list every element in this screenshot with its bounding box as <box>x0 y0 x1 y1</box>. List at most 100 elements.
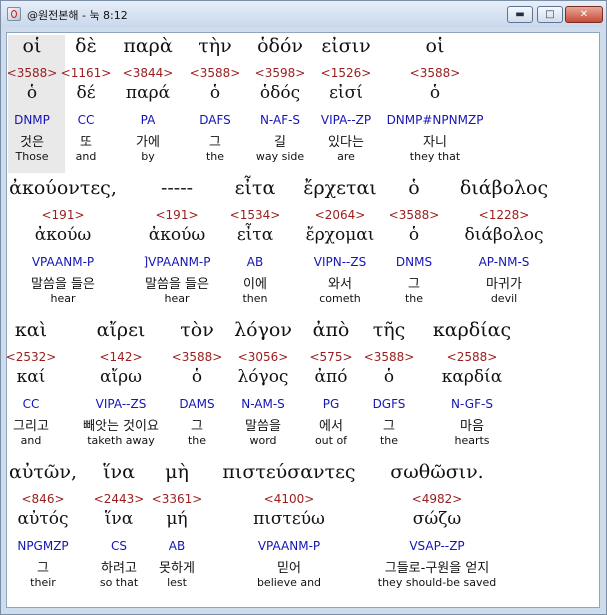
lemma: διάβολος <box>464 225 544 245</box>
greek-word[interactable]: οἱ <box>426 35 445 57</box>
korean-gloss: 와서 <box>328 277 352 292</box>
parsing-code: DNMP#NPNMZP <box>386 113 484 127</box>
strong-number[interactable]: <3598> <box>255 66 306 80</box>
english-gloss: their <box>30 576 56 589</box>
korean-gloss: 그리고 <box>13 419 49 434</box>
strong-number[interactable]: <1526> <box>321 66 372 80</box>
strong-number[interactable]: <3588> <box>410 66 461 80</box>
parsing-code: VIPA--ZP <box>320 113 372 127</box>
greek-word[interactable]: τὸν <box>180 319 214 341</box>
korean-gloss: 자니 <box>423 135 447 150</box>
strong-number[interactable]: <4100> <box>264 492 315 506</box>
strong-number[interactable]: <3361> <box>152 492 203 506</box>
greek-word[interactable]: εἶτα <box>235 177 276 199</box>
title-bar[interactable]: @원전본해 - 눅 8:12 ▬ □ ✕ <box>1 1 606 27</box>
english-gloss: hearts <box>454 434 490 447</box>
english-gloss: way side <box>255 150 305 163</box>
strong-number[interactable]: <3588> <box>364 350 415 364</box>
greek-word[interactable]: ὁδόν <box>257 35 303 57</box>
korean-gloss: 믿어 <box>277 561 301 576</box>
strong-number[interactable]: <191> <box>41 208 84 222</box>
greek-word[interactable]: μὴ <box>165 461 189 483</box>
greek-word[interactable]: ----- <box>161 177 193 199</box>
strong-number[interactable]: <846> <box>21 492 64 506</box>
english-gloss: lest <box>167 576 187 589</box>
greek-word[interactable]: λόγον <box>234 319 292 341</box>
greek-word[interactable]: τὴν <box>198 35 231 57</box>
english-gloss: devil <box>490 292 518 305</box>
lemma: εἶτα <box>236 225 274 245</box>
greek-word[interactable]: οἱ <box>23 35 42 57</box>
strong-number[interactable]: <4982> <box>412 492 463 506</box>
lemma: ἵνα <box>104 509 134 529</box>
strong-number[interactable]: <2443> <box>94 492 145 506</box>
greek-word[interactable]: ἵνα <box>103 461 135 483</box>
parsing-code: CC <box>77 113 95 127</box>
greek-word[interactable]: ἀκούοντες, <box>9 177 117 199</box>
korean-gloss: 말씀을 <box>245 419 281 434</box>
greek-word[interactable]: παρὰ <box>123 35 172 57</box>
strong-number[interactable]: <3056> <box>238 350 289 364</box>
greek-word[interactable]: διάβολος <box>460 177 548 199</box>
greek-word[interactable]: δὲ <box>75 35 97 57</box>
interlinear-text-area[interactable]: οἱ <3588> ὁ DNMP 것은 Those δὲ <1161> δέ CC 또 and παρὰ… <box>6 32 600 608</box>
greek-word[interactable]: καὶ <box>15 319 47 341</box>
korean-gloss: 그 <box>209 135 221 150</box>
lemma: αἴρω <box>99 367 143 387</box>
lemma: δέ <box>76 83 96 103</box>
greek-word[interactable]: καρδίας <box>433 319 511 341</box>
english-gloss: are <box>337 150 355 163</box>
minimize-button[interactable]: ▬ <box>507 6 533 23</box>
korean-gloss: 빼앗는 것이요 <box>83 419 159 434</box>
parsing-code: AP-NM-S <box>478 255 530 269</box>
greek-word[interactable]: αἴρει <box>97 319 146 341</box>
english-gloss: and <box>20 434 42 447</box>
greek-word[interactable]: τῆς <box>373 319 406 341</box>
english-gloss: the <box>187 434 207 447</box>
korean-gloss: 가에 <box>136 135 160 150</box>
app-window: @원전본해 - 눅 8:12 ▬ □ ✕ οἱ <3588> ὁ DNMP 것은 Thos… <box>0 0 607 615</box>
parsing-code: DNMS <box>395 255 433 269</box>
korean-gloss: 그 <box>383 419 395 434</box>
korean-gloss: 말씀을 들은 <box>31 277 95 292</box>
greek-word[interactable]: πιστεύσαντες <box>222 461 355 483</box>
strong-number[interactable]: <2064> <box>315 208 366 222</box>
strong-number[interactable]: <2588> <box>447 350 498 364</box>
maximize-button[interactable]: □ <box>537 6 563 23</box>
lemma: ὁ <box>209 83 221 103</box>
strong-number[interactable]: <3588> <box>172 350 223 364</box>
greek-word[interactable]: αὐτῶν, <box>9 461 77 483</box>
english-gloss: the <box>404 292 424 305</box>
lemma: πιστεύω <box>253 509 325 529</box>
strong-number[interactable]: <575> <box>309 350 352 364</box>
strong-number[interactable]: <1534> <box>230 208 281 222</box>
greek-word[interactable]: ὁ <box>408 177 419 199</box>
strong-number[interactable]: <3588> <box>190 66 241 80</box>
strong-number[interactable]: <3844> <box>123 66 174 80</box>
strong-number[interactable]: <2532> <box>7 350 56 364</box>
english-gloss: Those <box>15 150 49 163</box>
close-button[interactable]: ✕ <box>565 6 603 23</box>
lemma: σώζω <box>412 509 462 529</box>
strong-number[interactable]: <142> <box>99 350 142 364</box>
lemma: παρά <box>125 83 171 103</box>
greek-word[interactable]: εἰσιν <box>321 35 370 57</box>
english-gloss: the <box>379 434 399 447</box>
korean-gloss: 있다는 <box>328 135 364 150</box>
parsing-code: VPAANM-P <box>257 539 321 553</box>
strong-number[interactable]: <3588> <box>7 66 57 80</box>
greek-word[interactable]: ἀπὸ <box>313 319 350 341</box>
window-title: @원전본해 - 눅 8:12 <box>27 9 128 22</box>
english-gloss: word <box>249 434 277 447</box>
lemma: αὐτός <box>17 509 69 529</box>
parsing-code: DGFS <box>372 397 406 411</box>
strong-number[interactable]: <1161> <box>61 66 112 80</box>
greek-word[interactable]: σωθῶσιν. <box>390 461 483 483</box>
strong-number[interactable]: <191> <box>155 208 198 222</box>
strong-number[interactable]: <1228> <box>479 208 530 222</box>
parsing-code: DNMP <box>14 113 50 127</box>
greek-word[interactable]: ἔρχεται <box>303 177 377 199</box>
parsing-code: N-AF-S <box>259 113 301 127</box>
strong-number[interactable]: <3588> <box>389 208 440 222</box>
app-logo-icon[interactable] <box>7 7 21 21</box>
